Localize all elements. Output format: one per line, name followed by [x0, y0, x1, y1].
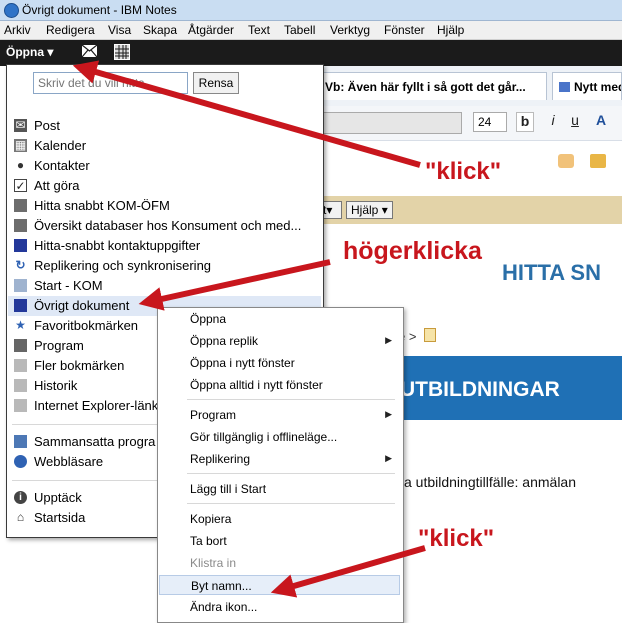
- annotation-klick-2: "klick": [418, 525, 495, 552]
- annotation-arrows: [72, 60, 426, 598]
- annotation-hogerklicka: högerklicka: [343, 237, 482, 265]
- annotation-arrow-3: [270, 545, 426, 598]
- annotation-arrow-2: [138, 259, 331, 311]
- annotation-arrow-1: [72, 60, 421, 168]
- annotation-klick-1: "klick": [425, 158, 502, 185]
